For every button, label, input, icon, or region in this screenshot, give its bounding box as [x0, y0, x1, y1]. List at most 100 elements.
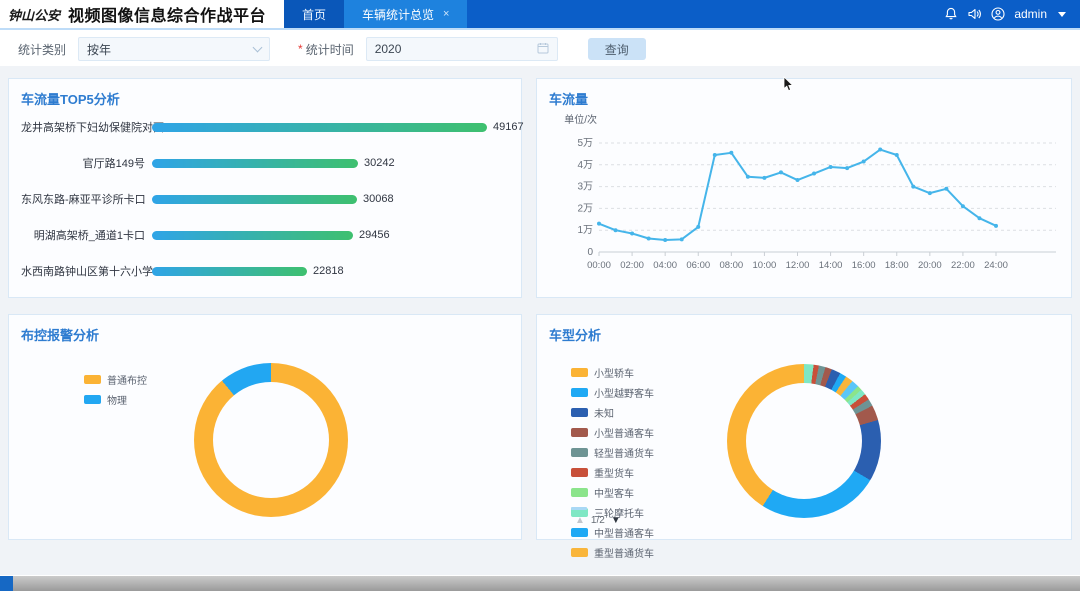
svg-text:0: 0 [587, 247, 593, 258]
notification-bell-icon[interactable] [944, 7, 958, 21]
bar-label: 水西南路钟山区第十六小学 [21, 263, 145, 279]
stat-time-input[interactable]: 2020 [366, 37, 558, 61]
svg-text:12:00: 12:00 [786, 260, 810, 271]
legend-page-up-icon[interactable]: ▲ [575, 515, 585, 526]
svg-text:16:00: 16:00 [852, 260, 876, 271]
legend-label: 普通布控 [107, 372, 147, 387]
legend-label: 小型轿车 [594, 365, 634, 380]
svg-text:08:00: 08:00 [719, 260, 743, 271]
query-button[interactable]: 查询 [588, 38, 646, 60]
legend-swatch [571, 548, 588, 557]
panel-traffic-flow: 车流量 单位/次01万2万3万4万5万00:0002:0004:0006:000… [536, 78, 1072, 298]
legend-partial-swatch [571, 507, 587, 510]
bar-track: 30242 [152, 157, 513, 169]
legend-swatch [571, 368, 588, 377]
bar-value: 30068 [363, 193, 394, 205]
legend-label: 中型客车 [594, 485, 634, 500]
vehicle-legend: 小型轿车小型越野客车未知小型普通客车轻型普通货车重型货车中型客车三轮摩托车中型普… [571, 365, 654, 565]
svg-text:单位/次: 单位/次 [564, 113, 597, 126]
taskbar-blue-square [0, 576, 13, 591]
tab-vehicle-stats-label: 车辆统计总览 [362, 6, 434, 23]
brand-area: 钟山公安 视频图像信息综合作战平台 [0, 0, 284, 28]
user-avatar-icon[interactable] [991, 7, 1005, 21]
panel-vehicle-title: 车型分析 [549, 325, 601, 344]
stat-category-value: 按年 [87, 41, 111, 58]
chevron-down-icon [253, 43, 263, 53]
bar-row: 水西南路钟山区第十六小学22818 [21, 253, 513, 289]
legend-swatch [571, 428, 588, 437]
bar-row: 明湖高架桥_通道1卡口29456 [21, 217, 513, 253]
required-asterisk: * [298, 42, 303, 56]
legend-item[interactable]: 轻型普通货车 [571, 445, 654, 460]
svg-text:22:00: 22:00 [951, 260, 975, 271]
stat-category-select[interactable]: 按年 [78, 37, 270, 61]
bar-row: 龙井高架桥下妇幼保健院对面49167 [21, 109, 513, 145]
bar-fill [152, 195, 357, 204]
panel-flow-title: 车流量 [549, 89, 588, 108]
svg-text:4万: 4万 [577, 160, 593, 171]
bar-track: 29456 [152, 229, 513, 241]
bar-fill [152, 123, 487, 132]
vehicle-donut-chart [727, 364, 881, 518]
tab-vehicle-stats[interactable]: 车辆统计总览 × [344, 0, 467, 28]
dashboard-content: 车流量TOP5分析 龙井高架桥下妇幼保健院对面49167官厅路149号30242… [0, 66, 1080, 575]
legend-item[interactable]: 中型普通客车 [571, 525, 654, 540]
legend-swatch [571, 528, 588, 537]
svg-text:04:00: 04:00 [653, 260, 677, 271]
svg-text:00:00: 00:00 [587, 260, 611, 271]
legend-item[interactable]: 重型货车 [571, 465, 654, 480]
donut-hole [213, 382, 329, 498]
panel-top5-flow: 车流量TOP5分析 龙井高架桥下妇幼保健院对面49167官厅路149号30242… [8, 78, 522, 298]
legend-item[interactable]: 小型越野客车 [571, 385, 654, 400]
legend-pagination: ▲ 1/2 ▼ [575, 515, 621, 526]
bar-track: 30068 [152, 193, 513, 205]
legend-item[interactable]: 未知 [571, 405, 654, 420]
alarm-donut-chart [194, 363, 348, 517]
bar-label: 官厅路149号 [21, 155, 145, 171]
panel-alarm-analysis: 布控报警分析 普通布控物理 [8, 314, 522, 540]
legend-label: 小型越野客车 [594, 385, 654, 400]
header-actions: admin [944, 0, 1080, 28]
legend-swatch [571, 468, 588, 477]
svg-text:02:00: 02:00 [620, 260, 644, 271]
alarm-legend: 普通布控物理 [84, 372, 147, 412]
legend-page-down-icon[interactable]: ▼ [611, 515, 621, 526]
tab-home[interactable]: 首页 [284, 0, 344, 28]
username-label[interactable]: admin [1014, 7, 1047, 21]
agency-logo: 钟山公安 [8, 5, 60, 24]
legend-item[interactable]: 物理 [84, 392, 147, 407]
svg-text:06:00: 06:00 [686, 260, 710, 271]
bar-value: 49167 [493, 121, 524, 133]
legend-swatch [571, 388, 588, 397]
app-title: 视频图像信息综合作战平台 [68, 2, 266, 26]
stat-category-label: 统计类别 [18, 41, 66, 58]
bar-row: 官厅路149号 30242 [21, 145, 513, 181]
legend-label: 重型普通货车 [594, 545, 654, 560]
legend-item[interactable]: 小型普通客车 [571, 425, 654, 440]
svg-text:18:00: 18:00 [885, 260, 909, 271]
nav-tabs: 首页 车辆统计总览 × [284, 0, 467, 28]
mouse-cursor [783, 76, 794, 97]
bar-row: 东风东路-麻亚平诊所卡口30068 [21, 181, 513, 217]
legend-item[interactable]: 重型普通货车 [571, 545, 654, 560]
bar-label: 龙井高架桥下妇幼保健院对面 [21, 119, 145, 135]
legend-label: 中型普通客车 [594, 525, 654, 540]
legend-label: 轻型普通货车 [594, 445, 654, 460]
legend-page-indicator: 1/2 [591, 515, 605, 526]
legend-item[interactable]: 中型客车 [571, 485, 654, 500]
caret-down-icon[interactable] [1058, 12, 1066, 17]
svg-text:2万: 2万 [577, 203, 593, 214]
tab-close-icon[interactable]: × [443, 9, 449, 20]
svg-text:3万: 3万 [577, 182, 593, 193]
legend-label: 小型普通客车 [594, 425, 654, 440]
panel-alarm-title: 布控报警分析 [21, 325, 99, 344]
legend-item[interactable]: 小型轿车 [571, 365, 654, 380]
bar-value: 29456 [359, 229, 390, 241]
legend-item[interactable]: 普通布控 [84, 372, 147, 387]
volume-icon[interactable] [967, 7, 982, 21]
bottom-scrollbar[interactable] [0, 576, 1080, 591]
bar-track: 49167 [152, 121, 524, 133]
filter-bar: 统计类别 按年 * 统计时间 2020 查询 [0, 32, 1080, 66]
legend-label: 重型货车 [594, 465, 634, 480]
legend-swatch [571, 408, 588, 417]
